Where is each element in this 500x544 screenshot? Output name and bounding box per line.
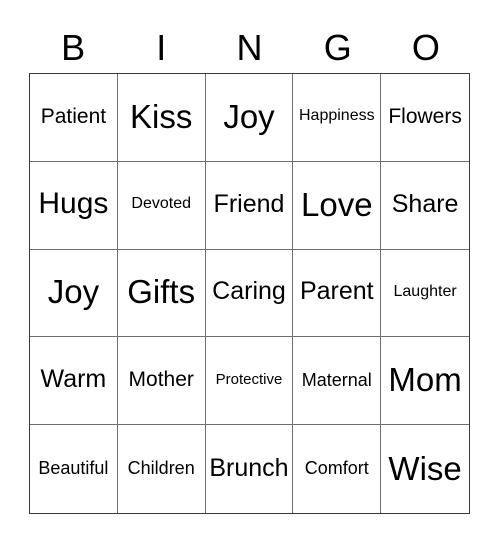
bingo-cell[interactable]: Beautiful [30, 425, 118, 513]
bingo-cell[interactable]: Gifts [117, 249, 206, 338]
bingo-cell[interactable]: Warm [30, 337, 118, 426]
header-letter-g: G [323, 26, 352, 68]
bingo-cell[interactable]: Patient [30, 74, 118, 162]
bingo-cell[interactable]: Hugs [30, 161, 118, 250]
bingo-cell[interactable]: Mom [381, 337, 469, 426]
bingo-cell[interactable]: Flowers [381, 74, 469, 162]
bingo-cell[interactable]: Parent [293, 249, 382, 338]
bingo-cell[interactable]: Children [118, 425, 206, 513]
bingo-cell[interactable]: Protective [205, 337, 294, 426]
bingo-cell[interactable]: Friend [205, 161, 294, 250]
header-letter-b: B [61, 26, 86, 68]
bingo-cell[interactable]: Devoted [117, 161, 206, 250]
bingo-cell[interactable]: Love [293, 161, 382, 250]
header-letter-o: O [411, 26, 440, 68]
header-letter-n: N [236, 26, 263, 68]
bingo-cell[interactable]: Brunch [206, 425, 294, 513]
bingo-cell[interactable]: Happiness [293, 74, 382, 162]
bingo-header: B I N G O [29, 28, 470, 73]
bingo-cell[interactable]: Mother [117, 337, 206, 426]
bingo-cell[interactable]: Wise [381, 425, 469, 513]
bingo-cell[interactable]: Laughter [381, 250, 469, 338]
bingo-cell[interactable]: Comfort [293, 425, 382, 513]
bingo-cell[interactable]: Share [381, 162, 469, 250]
bingo-cell[interactable]: Kiss [117, 74, 206, 162]
bingo-grid: Patient Kiss Joy Happiness Flowers Hugs Devote… [29, 73, 470, 514]
bingo-cell[interactable]: Caring [205, 249, 294, 338]
bingo-cell[interactable]: Maternal [293, 337, 382, 426]
bingo-cell[interactable]: Joy [30, 249, 118, 338]
bingo-cell[interactable]: Joy [205, 74, 294, 162]
header-letter-i: I [156, 26, 167, 68]
